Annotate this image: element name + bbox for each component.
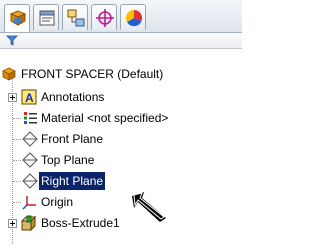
expand-toggle[interactable] xyxy=(8,219,17,228)
tree-item-label: Origin xyxy=(41,195,74,209)
tab-display-manager[interactable] xyxy=(120,4,146,30)
tree-root-label: FRONT SPACER (Default) xyxy=(21,67,164,81)
manager-tab-strip xyxy=(0,0,242,33)
material-icon xyxy=(22,110,38,126)
tab-dimxpert-manager[interactable] xyxy=(91,4,117,30)
tree-connector-line xyxy=(13,139,21,140)
tab-configuration-manager[interactable] xyxy=(62,4,88,30)
plane-icon xyxy=(22,152,38,168)
tree-item-label: Front Plane xyxy=(41,132,104,146)
tree-item-label: Right Plane xyxy=(39,172,106,190)
tree-item-label: Boss-Extrude1 xyxy=(41,216,120,230)
tree-item-annotations[interactable]: A Annotations xyxy=(0,87,240,107)
feature-tree: FRONT SPACER (Default) A Annotations Mat… xyxy=(0,52,242,251)
filter-icon[interactable] xyxy=(6,35,18,46)
tree-item-label: Material <not specified> xyxy=(41,111,169,125)
feature-manager-icon xyxy=(9,10,27,26)
plane-icon xyxy=(22,131,38,147)
configuration-manager-icon xyxy=(67,9,85,27)
tab-property-manager[interactable] xyxy=(33,4,59,30)
tab-feature-manager[interactable] xyxy=(4,4,30,32)
tree-connector-line xyxy=(13,181,21,182)
origin-icon xyxy=(22,194,38,210)
svg-text:A: A xyxy=(25,91,34,105)
annotations-icon: A xyxy=(21,89,37,105)
tree-item-label: Annotations xyxy=(41,90,105,104)
extrude-icon xyxy=(20,215,37,232)
plane-icon xyxy=(22,173,38,189)
tree-connector-line xyxy=(13,202,21,203)
tree-item-label: Top Plane xyxy=(41,153,95,167)
expand-toggle[interactable] xyxy=(8,93,17,102)
display-manager-icon xyxy=(125,9,143,27)
part-icon xyxy=(1,66,17,82)
tree-connector-line xyxy=(13,118,21,119)
property-manager-icon xyxy=(39,10,55,26)
filter-bar xyxy=(0,33,242,49)
dimxpert-manager-icon xyxy=(96,9,114,27)
tree-connector-line xyxy=(13,160,21,161)
pointer-arrow-icon xyxy=(132,192,166,222)
